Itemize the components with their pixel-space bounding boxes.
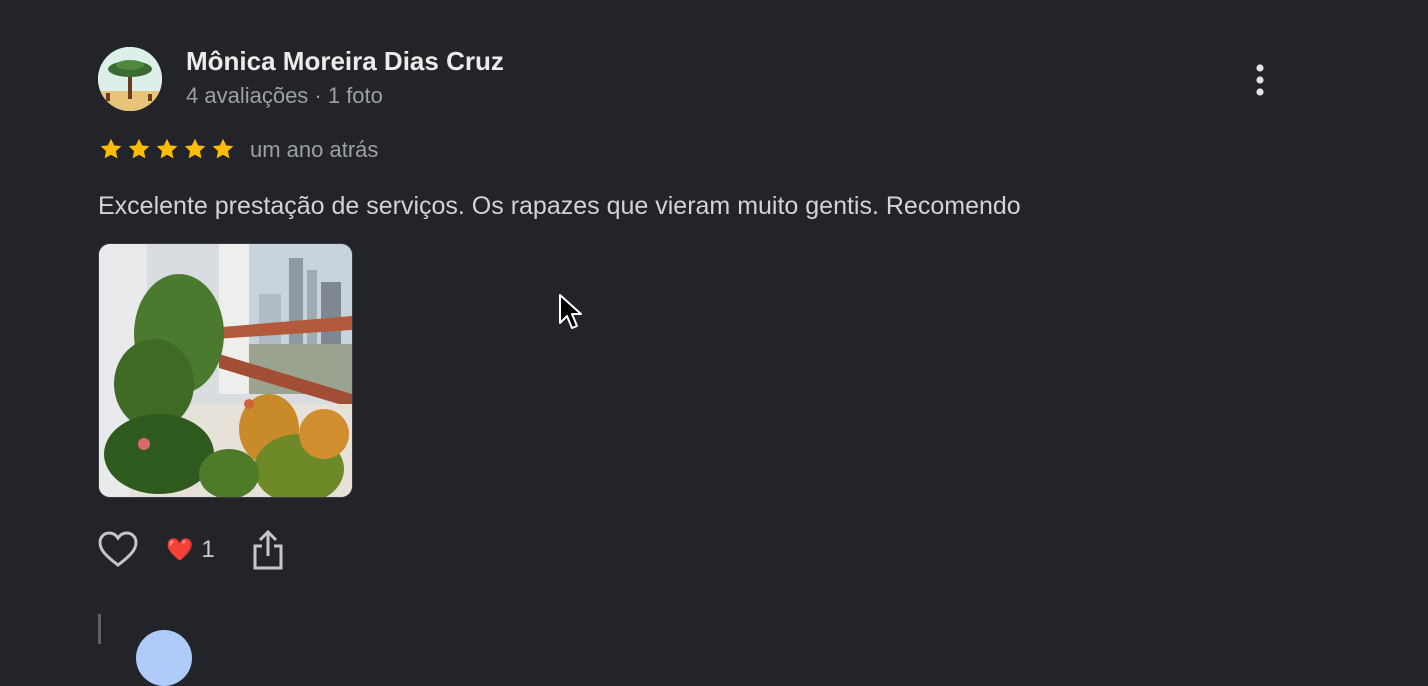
star-rating <box>98 136 236 164</box>
reaction-summary[interactable]: ❤️ 1 <box>166 535 215 565</box>
review-photo[interactable] <box>98 243 353 498</box>
reviewer-meta: 4 avaliações · 1 foto <box>186 83 383 108</box>
mouse-cursor-icon <box>558 293 584 336</box>
reviewer-avatar[interactable] <box>98 47 162 111</box>
review-card: Mônica Moreira Dias Cruz 4 avaliações · … <box>0 0 1428 686</box>
reaction-count: 1 <box>201 536 215 563</box>
star-icon <box>98 136 124 164</box>
more-vertical-icon <box>1256 64 1264 96</box>
star-icon <box>210 136 236 164</box>
share-icon <box>253 529 283 570</box>
review-text: Excelente prestação de serviços. Os rapa… <box>98 192 1021 220</box>
star-icon <box>182 136 208 164</box>
red-heart-emoji: ❤️ <box>166 537 194 562</box>
share-button[interactable] <box>248 528 288 572</box>
heart-outline-icon <box>98 531 138 567</box>
star-icon <box>154 136 180 164</box>
review-date: um ano atrás <box>250 137 379 162</box>
like-button[interactable] <box>96 528 140 572</box>
owner-avatar <box>136 630 192 686</box>
owner-reply-divider <box>98 614 101 644</box>
reviewer-name[interactable]: Mônica Moreira Dias Cruz <box>186 46 504 77</box>
more-options-button[interactable] <box>1236 56 1284 104</box>
star-icon <box>126 136 152 164</box>
